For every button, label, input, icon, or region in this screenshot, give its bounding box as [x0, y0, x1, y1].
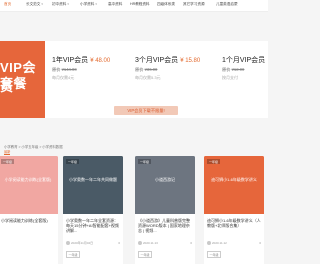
avatar [207, 241, 211, 246]
card-thumbnail-title: 小道西游记 [155, 177, 175, 182]
nav-item-other-resources[interactable]: 其它学习资源 [183, 2, 205, 7]
card-thumbnail: 一年级 小道西游记 [135, 156, 195, 214]
card-date: 2020.11.13 [143, 241, 158, 245]
nav-item-cet4[interactable]: 四级体系类 [157, 2, 175, 7]
sort-tab-latest[interactable]: 最新 [4, 149, 11, 155]
card-description: 小学奥数一年二年全套资源：每天15分钟+AI智能配套+视频讲解... [66, 218, 119, 233]
nav-item-high-school[interactable]: 高中资料 [108, 2, 122, 7]
plan-original-price: 原价 ¥144.00 [52, 67, 77, 72]
chevron-down-icon: ▾ [41, 2, 43, 6]
plan-price: ¥ 15.80 [180, 58, 201, 64]
card-thumbnail-title: 迪可狮小1-6年级数学讲义 [211, 177, 257, 182]
card-date: 2020.11.12 [212, 241, 227, 245]
card-grade-tag: 一年级 [1, 159, 15, 164]
vip-plan-1-month[interactable]: 1个月VIP会员 原价 ¥12.00 按月支付 [222, 55, 284, 81]
chevron-down-icon: ▾ [95, 2, 97, 6]
card-grade-tag: 一年级 [207, 159, 221, 164]
vip-plan-3-months[interactable]: 3个月VIP会员 ¥ 15.80 原价 ¥36.00 每月仅需5.3元 [135, 55, 201, 81]
card-category-tag[interactable]: 一年级 [207, 251, 222, 258]
chevron-down-icon: ▾ [67, 2, 69, 6]
resource-card[interactable]: 一年级 迪可狮小1-6年级数学讲义 迪可狮小1-6年级数学讲义（人教版+北师版合… [204, 156, 264, 264]
plan-original-price: 原价 ¥36.00 [135, 67, 158, 72]
card-category-tag[interactable]: 一年级 [138, 251, 153, 258]
card-thumbnail: 一年级 迪可狮小1-6年级数学讲义 [204, 156, 264, 214]
card-views: 0 [118, 241, 120, 245]
plan-per-month: 每月仅需4元 [52, 75, 75, 80]
card-thumbnail: 一年级 小学奥数一年二年共同做题 [63, 156, 123, 214]
vip-headline-panel: VIP会员 套餐 [0, 41, 45, 118]
plan-price: ¥ 48.00 [90, 58, 111, 64]
card-grade-tag: 一年级 [66, 159, 80, 164]
plan-name: 3个月VIP会员 ¥ 15.80 [135, 57, 201, 64]
card-meta: 2020.11.12 0 [207, 241, 261, 247]
card-description: 《小道西游》儿童科普版完整资源WORD版本 | 国家地理杂志 | 视频... [138, 218, 190, 233]
breadcrumb: 小学教育 > 小学五年级 > 小学资料数据 [4, 145, 63, 149]
plan-name: 1年VIP会员 ¥ 48.00 [52, 57, 111, 64]
card-thumbnail-title: 小学奥数一年二年共同做题 [69, 177, 117, 182]
card-views: 0 [190, 241, 192, 245]
nav-item-essays[interactable]: 长文范文▾ [26, 2, 43, 7]
card-date: 2020年11月02日 [71, 241, 94, 245]
card-views: 0 [259, 241, 261, 245]
card-thumbnail-title: 小学阅读能力训练(全套版) [4, 177, 52, 182]
vip-plan-1-year[interactable]: 1年VIP会员 ¥ 48.00 原价 ¥144.00 每月仅需4元 [52, 55, 114, 81]
card-meta: 2020.11.13 0 [138, 241, 192, 247]
plan-original-price: 原价 ¥12.00 [222, 67, 245, 72]
avatar [138, 241, 142, 246]
card-thumbnail: 一年级 小学阅读能力训练(全套版) [0, 156, 58, 214]
nav-item-kids-english[interactable]: 儿童英语启蒙 [216, 2, 238, 7]
card-grade-tag: 一年级 [138, 159, 152, 164]
vip-headline-line2: 套餐 [0, 76, 28, 91]
nav-item-hr-tutorials[interactable]: HR教程资料 [130, 2, 150, 7]
nav-item-home[interactable]: 首页 [4, 2, 11, 7]
card-description: 迪可狮小1-6年级数学讲义（人教版+北师版合集） [207, 218, 261, 229]
plan-per-month: 按月支付 [222, 75, 238, 80]
resource-card[interactable]: 一年级 小学奥数一年二年共同做题 小学奥数一年二年全套资源：每天15分钟+AI智… [63, 156, 123, 264]
card-meta: 2020年11月02日 0 [66, 241, 120, 247]
resource-card[interactable]: 一年级 小学阅读能力训练(全套版) 小学阅读能力训练(全套版) [0, 156, 58, 264]
avatar [66, 241, 70, 246]
vip-unlimited-download-button[interactable]: VIP会员下载不限量! [114, 106, 178, 115]
card-description: 小学阅读能力训练(全套版) [1, 218, 48, 223]
plan-name: 1个月VIP会员 [222, 57, 266, 64]
card-category-tag[interactable]: 一年级 [66, 251, 81, 258]
resource-card[interactable]: 一年级 小道西游记 《小道西游》儿童科普版完整资源WORD版本 | 国家地理杂志… [135, 156, 195, 264]
plan-per-month: 每月仅需5.3元 [135, 75, 161, 80]
nav-item-middle-school[interactable]: 初中资料▾ [52, 2, 69, 7]
vip-banner: VIP会员 套餐 1年VIP会员 ¥ 48.00 原价 ¥144.00 每月仅需4… [0, 41, 268, 118]
nav-item-primary-school[interactable]: 小学资料▾ [80, 2, 97, 7]
top-nav: 首页 长文范文▾ 初中资料▾ 小学资料▾ 高中资料 HR教程资料 四级体系类 其… [0, 0, 268, 12]
